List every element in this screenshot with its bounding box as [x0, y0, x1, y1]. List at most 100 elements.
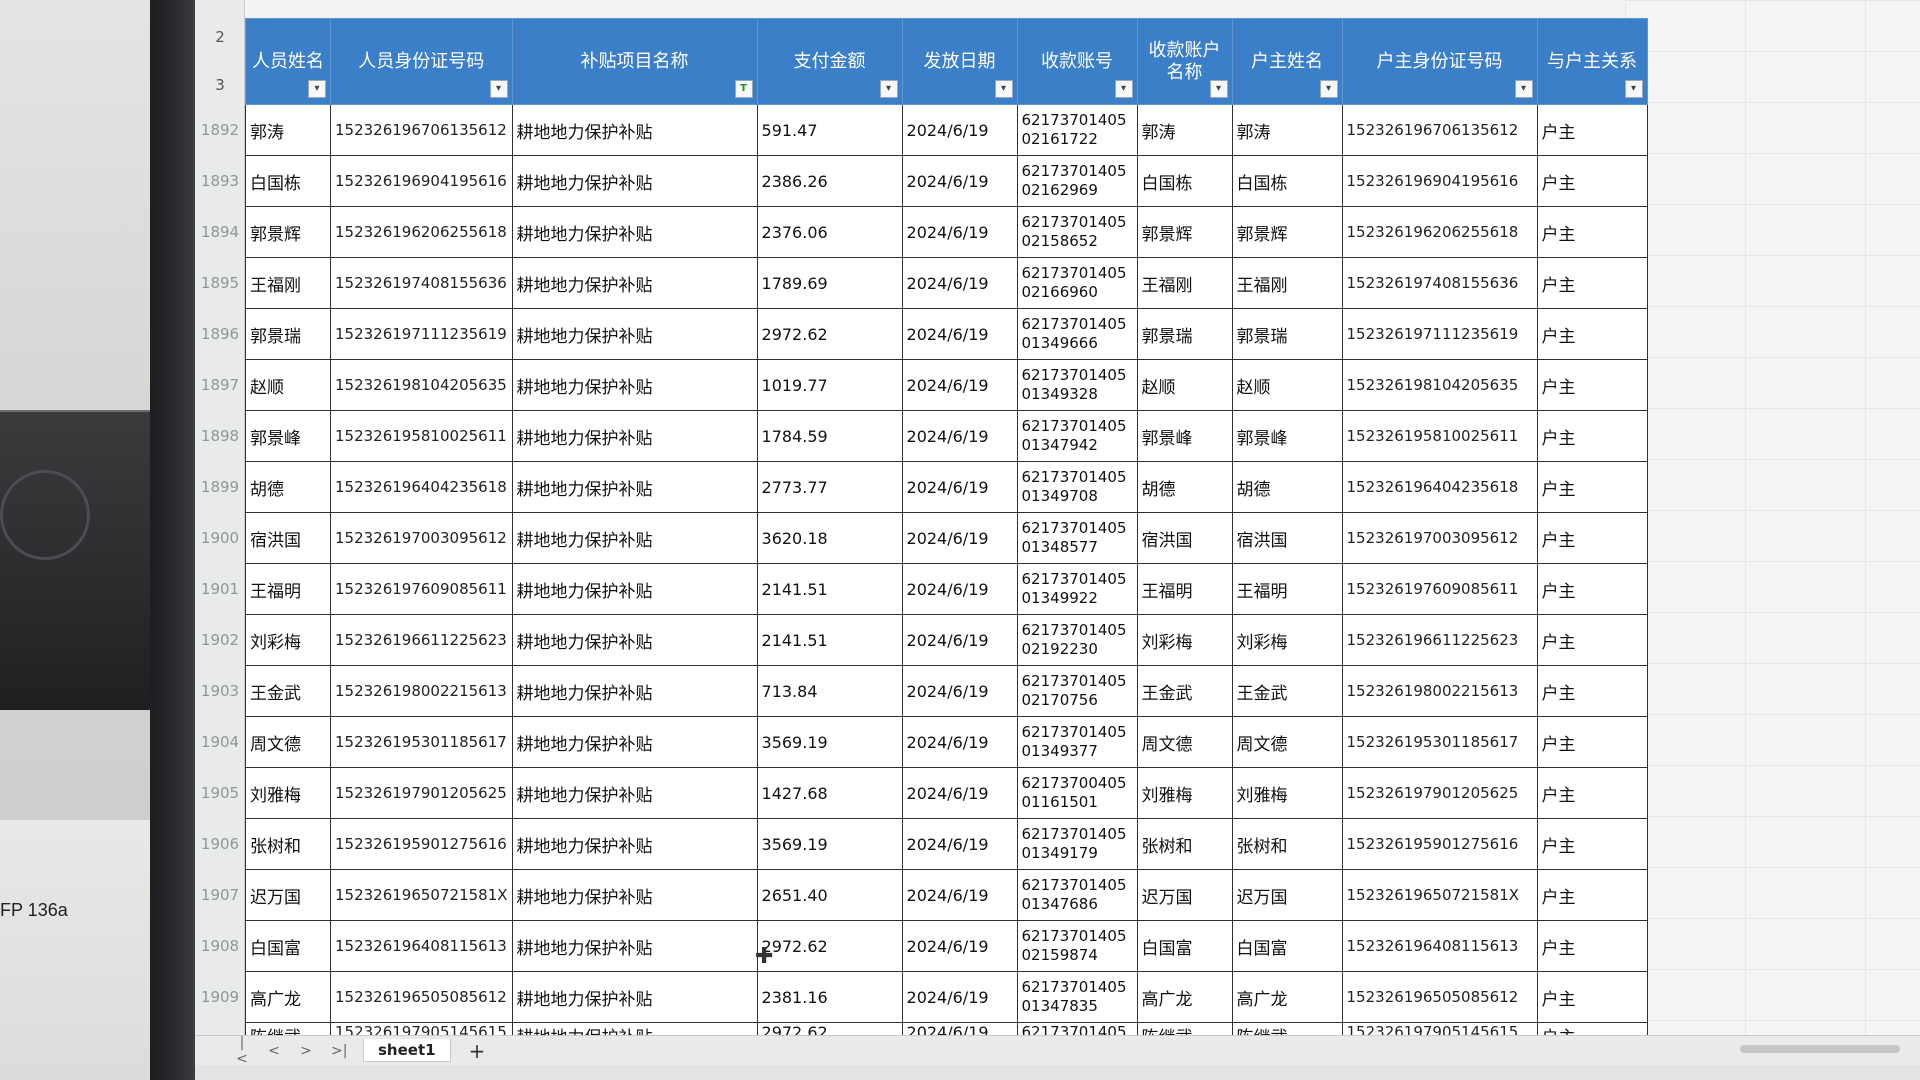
- column-header-4[interactable]: 支付金额 ▾: [756, 18, 903, 105]
- table-cell[interactable]: 152326197901205625: [330, 767, 513, 819]
- table-cell[interactable]: 王福刚: [245, 257, 331, 309]
- table-cell[interactable]: 6217370140501349708: [1016, 461, 1138, 513]
- table-cell[interactable]: 迟万国: [245, 869, 331, 921]
- table-cell[interactable]: 152326197408155636: [1341, 257, 1538, 309]
- table-cell[interactable]: 152326198104205635: [330, 359, 513, 411]
- table-cell[interactable]: 6217370140502162969: [1016, 155, 1138, 207]
- table-cell[interactable]: 郭景瑞: [1136, 308, 1233, 360]
- column-header-9[interactable]: 户主身份证号码 ▾: [1341, 18, 1538, 105]
- row-number[interactable]: 1897: [195, 376, 245, 394]
- row-number[interactable]: 1898: [195, 427, 245, 445]
- table-cell[interactable]: 152326196611225623: [1341, 614, 1538, 666]
- column-header-1[interactable]: 人员姓名 ▾: [245, 18, 331, 105]
- filter-dropdown-icon[interactable]: ▾: [489, 80, 508, 98]
- table-cell[interactable]: 152326197003095612: [330, 512, 513, 564]
- table-cell[interactable]: 152326196904195616: [330, 155, 513, 207]
- row-number[interactable]: 1905: [195, 784, 245, 802]
- table-cell[interactable]: 王金武: [245, 665, 331, 717]
- row-number[interactable]: 3: [195, 76, 245, 94]
- table-cell[interactable]: 15232619650721581X: [330, 869, 513, 921]
- table-cell[interactable]: 152326196706135612: [1341, 104, 1538, 156]
- table-cell[interactable]: 6217370140501347942: [1016, 410, 1138, 462]
- table-cell[interactable]: 2386.26: [756, 155, 903, 207]
- table-cell[interactable]: 2024/6/19: [901, 971, 1018, 1023]
- table-cell[interactable]: 152326197905145615: [1341, 1022, 1538, 1035]
- table-cell[interactable]: 152326197111235619: [330, 308, 513, 360]
- table-cell[interactable]: 152326195810025611: [330, 410, 513, 462]
- table-cell[interactable]: 户主: [1536, 920, 1648, 972]
- table-cell[interactable]: 2972.62: [756, 920, 903, 972]
- table-cell[interactable]: 刘彩梅: [245, 614, 331, 666]
- table-cell[interactable]: 152326198002215613: [1341, 665, 1538, 717]
- table-cell[interactable]: 白国栋: [1136, 155, 1233, 207]
- prev-sheet-button[interactable]: <: [267, 1043, 281, 1059]
- table-cell[interactable]: 高广龙: [1231, 971, 1343, 1023]
- active-filter-icon[interactable]: T: [734, 80, 753, 98]
- first-sheet-button[interactable]: |<: [235, 1035, 249, 1067]
- table-cell[interactable]: 胡德: [245, 461, 331, 513]
- table-cell[interactable]: 陈继武: [1231, 1022, 1343, 1035]
- table-cell[interactable]: 耕地地力保护补贴: [511, 512, 758, 564]
- table-cell[interactable]: 152326195901275616: [1341, 818, 1538, 870]
- table-cell[interactable]: 户主: [1536, 206, 1648, 258]
- row-number[interactable]: 1903: [195, 682, 245, 700]
- table-cell[interactable]: 宿洪国: [1136, 512, 1233, 564]
- last-sheet-button[interactable]: >|: [331, 1043, 347, 1059]
- table-cell[interactable]: 陈继武: [1136, 1022, 1233, 1035]
- table-cell[interactable]: 耕地地力保护补贴: [511, 104, 758, 156]
- table-cell[interactable]: 户主: [1536, 104, 1648, 156]
- table-cell[interactable]: 白国富: [245, 920, 331, 972]
- add-sheet-button[interactable]: +: [469, 1039, 486, 1063]
- table-cell[interactable]: 耕地地力保护补贴: [511, 869, 758, 921]
- table-cell[interactable]: 王福明: [245, 563, 331, 615]
- table-cell[interactable]: 6217370040501161501: [1016, 767, 1138, 819]
- table-cell[interactable]: 耕地地力保护补贴: [511, 206, 758, 258]
- filter-dropdown-icon[interactable]: ▾: [1514, 80, 1533, 98]
- table-cell[interactable]: 152326197905145615: [330, 1022, 513, 1035]
- table-cell[interactable]: 白国富: [1136, 920, 1233, 972]
- table-cell[interactable]: 郭景辉: [245, 206, 331, 258]
- table-cell[interactable]: 张树和: [1231, 818, 1343, 870]
- table-cell[interactable]: 2024/6/19: [901, 206, 1018, 258]
- table-cell[interactable]: 152326195301185617: [330, 716, 513, 768]
- table-cell[interactable]: 郭涛: [1136, 104, 1233, 156]
- table-cell[interactable]: 户主: [1536, 665, 1648, 717]
- table-cell[interactable]: 591.47: [756, 104, 903, 156]
- table-cell[interactable]: 郭景辉: [1136, 206, 1233, 258]
- table-cell[interactable]: 6217370140502161722: [1016, 104, 1138, 156]
- table-cell[interactable]: 户主: [1536, 1022, 1648, 1035]
- table-cell[interactable]: 3569.19: [756, 818, 903, 870]
- table-cell[interactable]: 6217370140501347835: [1016, 971, 1138, 1023]
- row-number[interactable]: 1908: [195, 937, 245, 955]
- table-cell[interactable]: 152326195301185617: [1341, 716, 1538, 768]
- row-number[interactable]: 1901: [195, 580, 245, 598]
- table-cell[interactable]: 152326195901275616: [330, 818, 513, 870]
- table-cell[interactable]: 户主: [1536, 410, 1648, 462]
- table-cell[interactable]: 1789.69: [756, 257, 903, 309]
- table-cell[interactable]: 耕地地力保护补贴: [511, 410, 758, 462]
- table-cell[interactable]: 户主: [1536, 461, 1648, 513]
- table-cell[interactable]: 耕地地力保护补贴: [511, 1022, 758, 1035]
- table-cell[interactable]: 户主: [1536, 359, 1648, 411]
- table-cell[interactable]: 王福刚: [1231, 257, 1343, 309]
- table-cell[interactable]: 郭景峰: [1136, 410, 1233, 462]
- table-cell[interactable]: 152326197111235619: [1341, 308, 1538, 360]
- table-cell[interactable]: 2141.51: [756, 614, 903, 666]
- table-cell[interactable]: 户主: [1536, 614, 1648, 666]
- table-cell[interactable]: 郭景辉: [1231, 206, 1343, 258]
- table-cell[interactable]: 152326196505085612: [1341, 971, 1538, 1023]
- table-cell[interactable]: 刘雅梅: [1136, 767, 1233, 819]
- table-cell[interactable]: 迟万国: [1231, 869, 1343, 921]
- column-header-6[interactable]: 收款账号 ▾: [1016, 18, 1138, 105]
- column-header-10[interactable]: 与户主关系 ▾: [1536, 18, 1648, 105]
- table-cell[interactable]: 152326196706135612: [330, 104, 513, 156]
- table-cell[interactable]: 王福明: [1231, 563, 1343, 615]
- table-cell[interactable]: 152326195810025611: [1341, 410, 1538, 462]
- table-cell[interactable]: 2024/6/19: [901, 920, 1018, 972]
- table-cell[interactable]: 高广龙: [245, 971, 331, 1023]
- row-number[interactable]: 1895: [195, 274, 245, 292]
- table-cell[interactable]: 宿洪国: [1231, 512, 1343, 564]
- table-cell[interactable]: 2972.62: [756, 1022, 903, 1035]
- table-cell[interactable]: 621737014050134: [1016, 1022, 1138, 1035]
- table-cell[interactable]: 2024/6/19: [901, 818, 1018, 870]
